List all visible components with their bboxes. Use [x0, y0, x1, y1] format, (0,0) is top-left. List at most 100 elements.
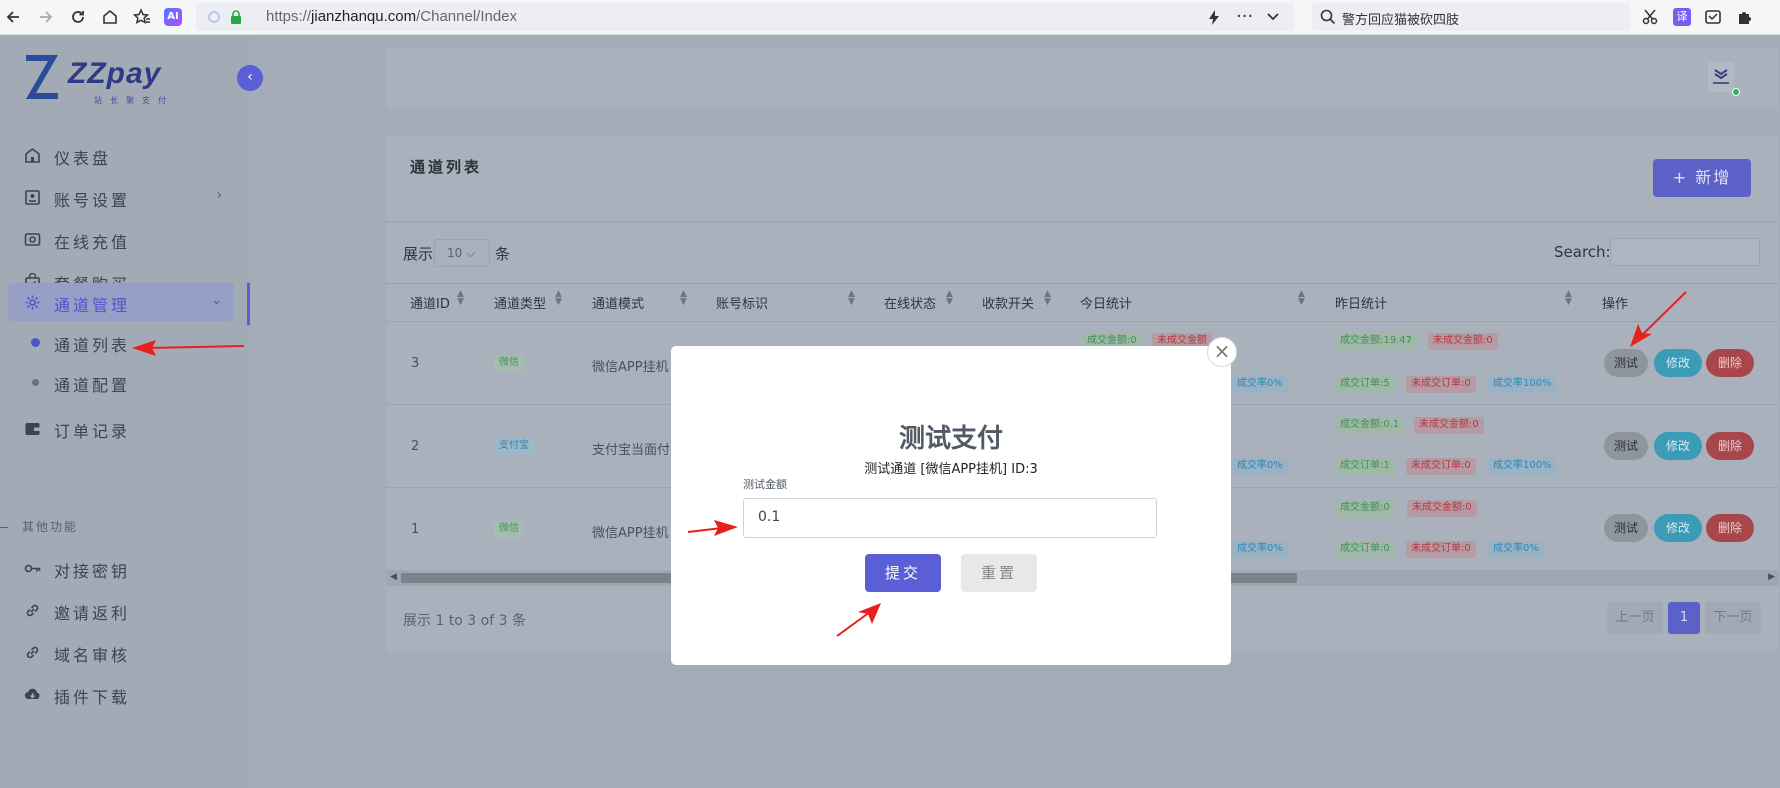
sidebar-subitem-label: 通道列表: [54, 336, 131, 355]
sidebar-item-api-key[interactable]: 对接密钥: [8, 549, 234, 587]
sidebar-item-channel-management[interactable]: 通道管理 ⌄: [8, 283, 234, 321]
edit-button[interactable]: 修改: [1654, 349, 1702, 377]
address-bar[interactable]: https://jianzhanqu.com/Channel/Index ···: [196, 3, 1294, 31]
sort-icon[interactable]: ▲ ▼: [848, 290, 855, 307]
sort-icon[interactable]: ▲ ▼: [457, 290, 464, 307]
cell-id: 2: [411, 439, 420, 454]
sidebar-item-recharge[interactable]: 在线充值: [8, 220, 234, 258]
th-account-id[interactable]: 账号标识: [716, 293, 768, 312]
test-button[interactable]: 测试: [1604, 432, 1648, 460]
online-status-dot: [1732, 88, 1740, 96]
yesterday-success-orders: 成交订单:0: [1335, 541, 1395, 558]
sidebar-item-orders[interactable]: 订单记录: [8, 409, 234, 447]
sort-icon[interactable]: ▲ ▼: [1044, 290, 1051, 307]
sidebar-item-label: 订单记录: [54, 422, 131, 441]
link-icon: [26, 604, 39, 617]
translate-icon[interactable]: 译: [1673, 8, 1691, 26]
sidebar-item-referral[interactable]: 邀请返利: [8, 591, 234, 629]
sidebar-item-label: 域名审核: [54, 646, 131, 665]
th-channel-id[interactable]: 通道ID: [410, 293, 450, 312]
yesterday-fail-orders: 未成交订单:0: [1406, 541, 1476, 558]
sort-icon[interactable]: ▲ ▼: [555, 290, 562, 307]
th-today-stats[interactable]: 今日统计: [1080, 293, 1132, 312]
close-icon[interactable]: ×: [1207, 337, 1237, 367]
forward-icon[interactable]: [34, 5, 58, 29]
chevron-down-icon[interactable]: [1266, 10, 1280, 28]
test-button[interactable]: 测试: [1604, 349, 1648, 377]
th-online-status[interactable]: 在线状态: [884, 293, 936, 312]
sidebar: ZZpay 站长聚支付 仪表盘 账号设置 › 在线充值 套餐购买 通道管理 ⌄ …: [0, 35, 251, 788]
sidebar-subitem-channel-list[interactable]: 通道列表: [8, 325, 234, 359]
lock-icon: [231, 10, 241, 24]
camera-icon: [24, 233, 41, 246]
reload-icon[interactable]: [66, 5, 90, 29]
browser-search-box[interactable]: 警方回应猫被砍四肢: [1312, 3, 1630, 31]
edit-button[interactable]: 修改: [1654, 432, 1702, 460]
test-button[interactable]: 测试: [1604, 514, 1648, 542]
th-channel-type[interactable]: 通道类型: [494, 293, 546, 312]
sidebar-item-account-settings[interactable]: 账号设置 ›: [8, 178, 234, 216]
sidebar-item-dashboard[interactable]: 仪表盘: [8, 136, 234, 174]
more-icon[interactable]: ···: [1236, 6, 1253, 27]
delete-button[interactable]: 删除: [1706, 432, 1754, 460]
pagination-prev[interactable]: 上一页: [1607, 602, 1663, 634]
delete-button[interactable]: 删除: [1706, 349, 1754, 377]
pagination-page-1[interactable]: 1: [1668, 602, 1700, 634]
sidebar-item-label: 在线充值: [54, 233, 131, 252]
bookmarks-icon[interactable]: [130, 5, 154, 29]
reset-button[interactable]: 重置: [961, 554, 1037, 592]
yesterday-rate: 成交率0%: [1488, 541, 1544, 558]
th-payment-switch[interactable]: 收款开关: [982, 293, 1034, 312]
sidebar-item-domain-review[interactable]: 域名审核: [8, 633, 234, 671]
page-length-select[interactable]: 10 ⌵: [434, 239, 490, 267]
sidebar-item-plugin-download[interactable]: 插件下载: [8, 675, 234, 713]
cell-mode: 微信APP挂机: [592, 360, 669, 375]
logo-subtitle: 站长聚支付: [94, 96, 174, 105]
edit-button[interactable]: 修改: [1654, 514, 1702, 542]
delete-button[interactable]: 删除: [1706, 514, 1754, 542]
yesterday-fail-amount: 未成交金额:0: [1414, 417, 1484, 434]
sort-icon[interactable]: ▲ ▼: [1565, 290, 1572, 307]
sidebar-subitem-label: 通道配置: [54, 376, 131, 395]
home-page-icon[interactable]: [98, 5, 122, 29]
sort-icon[interactable]: ▲ ▼: [946, 290, 953, 307]
amount-input[interactable]: 0.1: [743, 498, 1157, 538]
th-channel-mode[interactable]: 通道模式: [592, 293, 644, 312]
table-search-input[interactable]: [1610, 238, 1760, 266]
scroll-right-icon[interactable]: ▶: [1768, 572, 1775, 582]
sort-icon[interactable]: ▲ ▼: [680, 290, 687, 307]
yesterday-rate: 成交率100%: [1488, 458, 1557, 475]
sidebar-item-label: 仪表盘: [54, 149, 112, 168]
extensions-icon[interactable]: [1736, 8, 1754, 26]
home-icon: [25, 147, 40, 163]
screenshot-icon[interactable]: [1704, 8, 1722, 26]
sort-icon[interactable]: ▲ ▼: [1298, 290, 1305, 307]
table-search-label: Search:: [1554, 243, 1611, 261]
chevron-down-icon: ⌵: [466, 246, 476, 260]
scroll-left-icon[interactable]: ◀: [390, 572, 397, 582]
cell-id: 3: [411, 356, 420, 371]
submit-button[interactable]: 提交: [865, 554, 941, 592]
modal-subtitle: 测试通道 [微信APP挂机] ID:3: [864, 462, 1038, 477]
add-channel-button[interactable]: + 新增: [1653, 159, 1751, 197]
back-icon[interactable]: [1, 5, 25, 29]
modal-title: 测试支付: [898, 424, 1003, 454]
ai-assistant-icon[interactable]: AI: [164, 8, 182, 26]
sidebar-subitem-channel-config[interactable]: 通道配置: [8, 365, 234, 399]
th-yesterday-stats[interactable]: 昨日统计: [1335, 293, 1387, 312]
avatar[interactable]: [1706, 60, 1740, 96]
link-icon: [26, 646, 39, 659]
search-query: 警方回应猫被砍四肢: [1342, 13, 1460, 28]
type-badge: 微信: [494, 355, 524, 372]
bullet-icon: [31, 338, 40, 347]
scissors-icon[interactable]: [1642, 8, 1660, 26]
today-rate: 成交率0%: [1232, 458, 1288, 475]
sidebar-item-label: 插件下载: [54, 688, 131, 707]
th-actions: 操作: [1602, 297, 1629, 312]
lightning-icon[interactable]: [1208, 10, 1220, 29]
pagination-next[interactable]: 下一页: [1705, 602, 1761, 634]
sidebar-item-label: 通道管理: [54, 296, 131, 315]
sidebar-collapse-button[interactable]: ‹: [237, 65, 263, 91]
yesterday-success-orders: 成交订单:1: [1335, 458, 1395, 475]
cloud-download-icon: [24, 688, 40, 700]
